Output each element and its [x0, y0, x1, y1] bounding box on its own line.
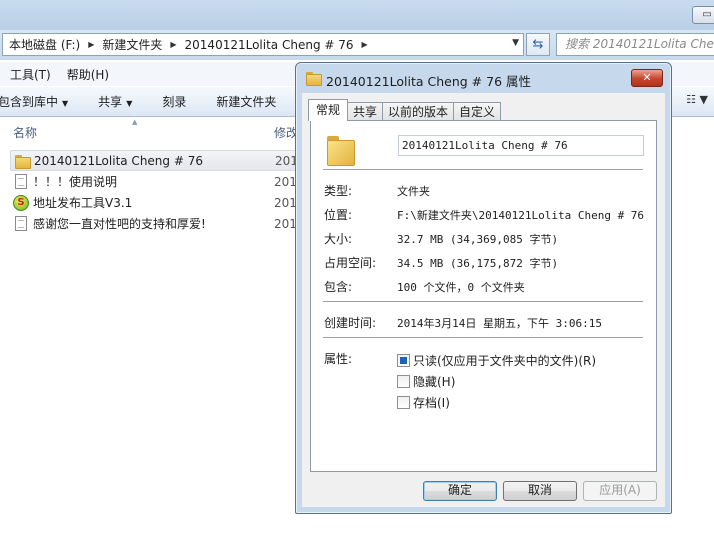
share-button[interactable]: 共享 ▼ — [98, 93, 132, 110]
address-bar[interactable]: 本地磁盘 (F:) ▶ 新建文件夹 ▶ 20140121Lolita Cheng… — [2, 33, 524, 56]
breadcrumb-arrow-icon[interactable]: ▶ — [170, 40, 176, 49]
close-button[interactable]: ✕ — [631, 69, 663, 87]
dialog-title: 20140121Lolita Cheng # 76 属性 — [326, 74, 531, 89]
list-item[interactable]: ！！！使用说明 201 — [0, 171, 300, 192]
address-dropdown-icon[interactable]: ▼ — [512, 38, 519, 48]
contains-label: 包含: — [324, 280, 353, 294]
type-value: 文件夹 — [397, 185, 430, 198]
checkbox-unchecked-icon[interactable] — [397, 396, 410, 409]
size-on-disk-value: 34.5 MB (36,175,872 字节) — [397, 257, 559, 270]
folder-icon — [305, 70, 322, 86]
file-name: ！！！使用说明 — [33, 175, 118, 189]
folder-icon — [14, 153, 31, 169]
address-row: 本地磁盘 (F:) ▶ 新建文件夹 ▶ 20140121Lolita Cheng… — [0, 30, 714, 60]
search-input[interactable]: 搜索 20140121Lolita Cheng — [556, 33, 714, 56]
readonly-checkbox-label[interactable]: 只读(仅应用于文件夹中的文件)(R) — [413, 352, 596, 369]
breadcrumb-folder[interactable]: 新建文件夹 — [102, 36, 162, 53]
size-label: 大小: — [324, 232, 353, 246]
folder-icon — [325, 133, 357, 166]
size-on-disk-label: 占用空间: — [324, 256, 377, 270]
window-control-button[interactable]: ▭ — [692, 6, 714, 24]
explorer-title-bar: ▭ — [0, 0, 714, 30]
folder-name-input[interactable]: 20140121Lolita Cheng # 76 — [398, 135, 644, 156]
sort-arrow-icon: ▲ — [132, 118, 138, 126]
tab-strip: 常规 共享 以前的版本 自定义 — [308, 99, 502, 121]
chevron-down-icon: ▼ — [62, 99, 69, 108]
menu-tools[interactable]: 工具(T) — [10, 66, 51, 83]
location-value: F:\新建文件夹\20140121Lolita Cheng # 76 — [397, 209, 645, 222]
menu-help[interactable]: 帮助(H) — [67, 66, 109, 83]
refresh-icon: ⇆ — [532, 37, 544, 52]
file-name: 感谢您一直对性吧的支持和厚爱! — [33, 217, 206, 231]
file-date: 201 — [274, 174, 297, 189]
divider — [323, 337, 643, 339]
readonly-checkbox[interactable]: 只读(仅应用于文件夹中的文件)(R) — [397, 352, 596, 369]
refresh-button[interactable]: ⇆ — [526, 33, 550, 56]
burn-button[interactable]: 刻录 — [162, 93, 186, 110]
breadcrumb-current[interactable]: 20140121Lolita Cheng # 76 — [185, 38, 354, 52]
file-date: 201 — [274, 195, 297, 210]
contains-value: 100 个文件，0 个文件夹 — [397, 281, 525, 294]
divider — [323, 301, 643, 303]
list-item[interactable]: S 地址发布工具V3.1 201 — [0, 192, 300, 213]
view-options-icon[interactable]: ☷ ▼ — [686, 93, 708, 106]
text-file-icon — [15, 174, 27, 189]
app-icon: S — [13, 194, 29, 211]
text-file-icon — [15, 216, 27, 231]
close-icon: ✕ — [642, 71, 652, 84]
type-label: 类型: — [324, 184, 353, 198]
hidden-checkbox[interactable]: 隐藏(H) — [397, 373, 455, 390]
breadcrumb-arrow-icon[interactable]: ▶ — [362, 40, 368, 49]
column-name-header[interactable]: 名称 — [13, 124, 37, 141]
dialog-body: 常规 共享 以前的版本 自定义 20140121Lolita Cheng # 7… — [302, 93, 665, 507]
attributes-label: 属性: — [324, 352, 353, 366]
created-value: 2014年3月14日 星期五，下午 3:06:15 — [397, 317, 602, 330]
tab-sharing[interactable]: 共享 — [347, 102, 384, 121]
hidden-checkbox-label[interactable]: 隐藏(H) — [413, 373, 455, 390]
chevron-down-icon: ▼ — [126, 99, 133, 108]
breadcrumb-arrow-icon[interactable]: ▶ — [88, 40, 94, 49]
properties-dialog: 20140121Lolita Cheng # 76 属性 ✕ 常规 共享 以前的… — [295, 62, 672, 514]
tab-customize[interactable]: 自定义 — [453, 102, 502, 121]
location-label: 位置: — [324, 208, 353, 222]
file-name: 20140121Lolita Cheng # 76 — [34, 153, 203, 168]
file-date: 201 — [274, 216, 297, 231]
cancel-button[interactable]: 取消 — [503, 481, 577, 501]
file-list: 20140121Lolita Cheng # 76 201 ！！！使用说明 20… — [0, 150, 310, 234]
general-tab-panel: 20140121Lolita Cheng # 76 类型: 文件夹 位置: F:… — [310, 120, 657, 472]
size-value: 32.7 MB (34,369,085 字节) — [397, 233, 559, 246]
ok-button[interactable]: 确定 — [423, 481, 497, 501]
breadcrumb-drive[interactable]: 本地磁盘 (F:) — [9, 36, 80, 53]
checkbox-indeterminate-icon[interactable] — [397, 354, 410, 367]
tab-general[interactable]: 常规 — [308, 99, 349, 121]
tab-previous-versions[interactable]: 以前的版本 — [382, 102, 455, 121]
new-folder-button[interactable]: 新建文件夹 — [216, 93, 276, 110]
include-in-library-button[interactable]: 包含到库中 ▼ — [0, 93, 68, 110]
file-name: 地址发布工具V3.1 — [33, 196, 133, 210]
apply-button[interactable]: 应用(A) — [583, 481, 657, 501]
archive-checkbox-label[interactable]: 存档(I) — [413, 394, 450, 411]
list-item[interactable]: 感谢您一直对性吧的支持和厚爱! 201 — [0, 213, 300, 234]
created-label: 创建时间: — [324, 316, 377, 330]
checkbox-unchecked-icon[interactable] — [397, 375, 410, 388]
list-item[interactable]: 20140121Lolita Cheng # 76 201 — [10, 150, 310, 171]
dialog-title-bar[interactable]: 20140121Lolita Cheng # 76 属性 ✕ — [296, 63, 671, 93]
divider — [323, 169, 643, 171]
archive-checkbox[interactable]: 存档(I) — [397, 394, 450, 411]
